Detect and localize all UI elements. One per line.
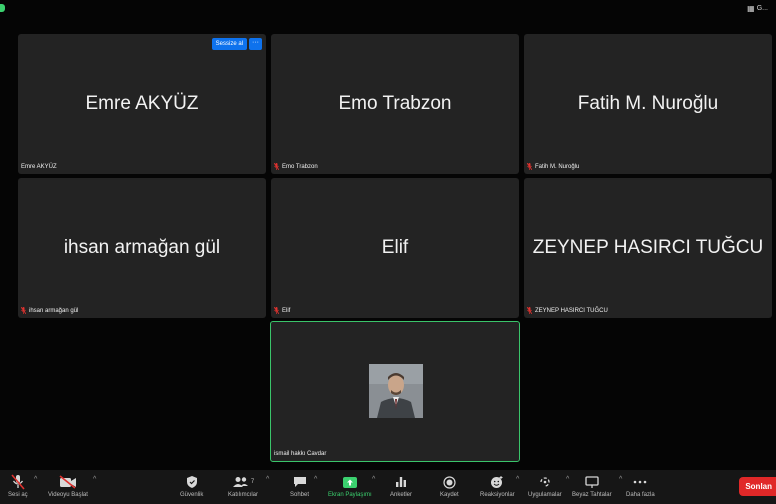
participants-label: Katılımcılar: [228, 492, 259, 498]
participant-display-name: Emo Trabzon: [338, 93, 452, 114]
video-options-caret[interactable]: ^: [93, 476, 96, 483]
participant-name-tag: ihsan armağan gül: [21, 307, 78, 314]
participant-footer-name: Emo Trabzon: [282, 163, 318, 170]
start-video-label: Videoyu Başlat: [48, 492, 88, 498]
unmute-button[interactable]: Sesi aç: [8, 473, 28, 498]
mic-muted-icon: [274, 307, 279, 314]
audio-options-caret[interactable]: ^: [34, 476, 37, 483]
participant-footer-name: ihsan armağan gül: [29, 307, 79, 314]
participant-footer-name: ismail hakkı Cavdar: [274, 451, 327, 457]
participant-name-tag: Elif: [274, 307, 290, 314]
whiteboards-button[interactable]: Beyaz Tahtalar: [572, 473, 612, 498]
participants-icon: 7: [232, 473, 254, 491]
end-meeting-button[interactable]: Sonlan: [739, 477, 776, 496]
share-screen-icon: [342, 473, 358, 491]
participant-footer-name: ZEYNEP HASIRCI TUĞCU: [535, 307, 608, 314]
apps-button[interactable]: Uygulamalar: [528, 473, 562, 498]
shield-icon: [186, 473, 198, 491]
participant-display-name: ihsan armağan gül: [63, 237, 221, 258]
chat-label: Sohbet: [290, 492, 310, 498]
mic-muted-icon: [527, 163, 532, 170]
mic-muted-icon: [21, 307, 26, 314]
whiteboard-icon: [584, 473, 600, 491]
more-label: Daha fazla: [626, 492, 655, 498]
apps-label: Uygulamalar: [528, 492, 562, 498]
participant-name-tag: Emre AKYÜZ: [21, 164, 57, 170]
mic-muted-icon: [527, 307, 532, 314]
participant-name-tag: Fatih M. Nuroğlu: [527, 163, 579, 170]
unmute-label: Sesi aç: [8, 492, 28, 498]
participant-display-name: Fatih M. Nuroğlu: [577, 93, 719, 114]
participant-display-name: Emre AKYÜZ: [85, 93, 199, 114]
reactions-options-caret[interactable]: ^: [516, 476, 519, 483]
participant-display-name: Elif: [381, 237, 409, 258]
share-screen-label: Ekran Paylaşımı: [328, 492, 372, 498]
chat-icon: [293, 473, 307, 491]
security-button[interactable]: Güvenlik: [180, 473, 203, 498]
record-button[interactable]: Kaydet: [440, 473, 459, 498]
reactions-button[interactable]: Reaksiyonlar: [480, 473, 515, 498]
security-label: Güvenlik: [180, 492, 204, 498]
mute-participant-button[interactable]: Sessize al: [211, 38, 247, 50]
video-tile-elif[interactable]: Elif Elif: [271, 178, 519, 318]
start-video-button[interactable]: Videoyu Başlat: [48, 473, 88, 498]
chat-options-caret[interactable]: ^: [314, 476, 317, 483]
polls-label: Anketler: [390, 492, 413, 498]
share-screen-button[interactable]: Ekran Paylaşımı: [328, 473, 372, 498]
video-tile-ihsan[interactable]: ihsan armağan gül ihsan armağan gül: [18, 178, 266, 318]
apps-icon: [538, 473, 552, 491]
participant-name-tag: Emo Trabzon: [274, 163, 318, 170]
participant-name-tag: ismail hakkı Cavdar: [274, 451, 326, 457]
chat-button[interactable]: Sohbet: [290, 473, 309, 498]
video-tile-fatih[interactable]: Fatih M. Nuroğlu Fatih M. Nuroğlu: [524, 34, 772, 174]
view-switch-label: G...: [756, 5, 768, 12]
video-off-icon: [59, 473, 77, 491]
video-tile-zeynep[interactable]: ZEYNEP HASIRCI TUĞCU ZEYNEP HASIRCI TUĞC…: [524, 178, 772, 318]
participant-profile-photo: [369, 364, 423, 418]
participant-name-tag: ZEYNEP HASIRCI TUĞCU: [527, 307, 608, 314]
participants-count: 7: [250, 479, 255, 485]
mic-muted-icon: [11, 473, 25, 491]
whiteboards-options-caret[interactable]: ^: [619, 476, 622, 483]
participant-more-button[interactable]: ···: [249, 38, 262, 50]
connection-indicator: [0, 4, 5, 12]
video-tile-emo[interactable]: Emo Trabzon Emo Trabzon: [271, 34, 519, 174]
participants-button[interactable]: 7 Katılımcılar: [228, 473, 258, 498]
participant-display-name: ZEYNEP HASIRCI TUĞCU: [532, 237, 764, 258]
tile-hover-controls: Sessize al ···: [211, 38, 262, 50]
reactions-label: Reaksiyonlar: [480, 492, 515, 498]
grid-view-icon: ▦: [747, 4, 755, 13]
view-switch-button[interactable]: ▦ G...: [747, 4, 768, 13]
video-tile-ismail-active[interactable]: ismail hakkı Cavdar: [270, 321, 520, 462]
more-button[interactable]: Daha fazla: [626, 473, 655, 498]
participant-footer-name: Fatih M. Nuroğlu: [535, 163, 580, 170]
share-options-caret[interactable]: ^: [372, 476, 375, 483]
whiteboards-label: Beyaz Tahtalar: [572, 492, 612, 498]
participant-footer-name: Emre AKYÜZ: [21, 164, 57, 170]
polls-button[interactable]: Anketler: [390, 473, 412, 498]
polls-icon: [395, 473, 407, 491]
reactions-smile-icon: [490, 473, 504, 491]
participant-footer-name: Elif: [282, 307, 291, 314]
more-dots-icon: [633, 473, 647, 491]
record-icon: [443, 473, 456, 491]
meeting-toolbar: Sesi aç ^ Videoyu Başlat ^ Güvenlik 7 Ka…: [0, 470, 776, 504]
participants-options-caret[interactable]: ^: [266, 476, 269, 483]
mic-muted-icon: [274, 163, 279, 170]
apps-options-caret[interactable]: ^: [566, 476, 569, 483]
video-tile-emre[interactable]: Sessize al ··· Emre AKYÜZ Emre AKYÜZ: [18, 34, 266, 174]
record-label: Kaydet: [440, 492, 459, 498]
